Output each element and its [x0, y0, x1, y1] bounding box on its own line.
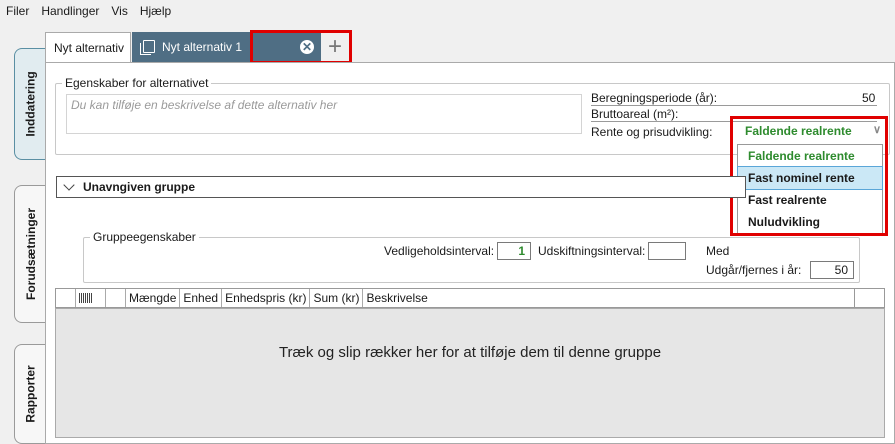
- menu-file[interactable]: Filer: [6, 4, 29, 18]
- gross-area-label: Bruttoareal (m²):: [591, 107, 679, 121]
- sidetab-reports[interactable]: Rapporter: [14, 344, 46, 444]
- maintenance-input[interactable]: 1: [497, 242, 531, 260]
- tab-label: Nyt alternativ: [54, 40, 125, 55]
- menu-help[interactable]: Hjælp: [140, 4, 171, 18]
- grid-header-end: [855, 288, 885, 308]
- column-header-unit[interactable]: Enhed: [180, 289, 223, 307]
- blank-column[interactable]: [106, 289, 126, 307]
- expires-input[interactable]: 50: [810, 261, 854, 279]
- maintenance-value: 1: [518, 244, 525, 258]
- sidetab-reports-label: Rapporter: [23, 365, 38, 423]
- column-header-quantity[interactable]: Mængde: [126, 289, 181, 307]
- truncated-label: Med: [706, 244, 730, 258]
- properties-legend: Egenskaber for alternativet: [62, 76, 212, 90]
- group-header[interactable]: Unavngiven gruppe: [56, 176, 746, 198]
- highlight-box-tabs: [250, 30, 352, 64]
- empty-grid-message: Træk og slip rækker her for at tilføje d…: [278, 344, 662, 361]
- expires-label: Udgår/fjernes i år:: [706, 263, 802, 277]
- interest-label: Rente og prisudvikling:: [591, 125, 713, 139]
- tab-label: Nyt alternativ 1: [162, 40, 243, 54]
- barcode-column[interactable]: [76, 289, 106, 307]
- expires-value: 50: [834, 263, 848, 277]
- sidetab-assumptions[interactable]: Forudsætninger: [14, 185, 46, 323]
- column-header-sum[interactable]: Sum (kr): [310, 289, 364, 307]
- row-select-column[interactable]: [56, 289, 76, 307]
- menu-bar: Filer Handlinger Vis Hjælp: [0, 0, 895, 22]
- sidetab-assumptions-label: Forudsætninger: [23, 208, 38, 300]
- group-properties-legend: Gruppeegenskaber: [90, 230, 199, 244]
- calc-period-label: Beregningsperiode (år):: [591, 91, 718, 105]
- grid-header: Mængde Enhed Enhedspris (kr) Sum (kr) Be…: [55, 288, 855, 308]
- column-header-unit-price[interactable]: Enhedspris (kr): [222, 289, 311, 307]
- chevron-down-icon[interactable]: [63, 179, 75, 191]
- grid-drop-area[interactable]: Træk og slip rækker her for at tilføje d…: [55, 308, 885, 438]
- calc-period-value[interactable]: 50: [862, 91, 875, 105]
- sidetab-input[interactable]: Inddatering: [14, 48, 46, 160]
- menu-actions[interactable]: Handlinger: [41, 4, 99, 18]
- description-input[interactable]: Du kan tilføje en beskrivelse af dette a…: [66, 94, 582, 134]
- calc-period-underline: [591, 105, 877, 106]
- tab-nyt-alternativ[interactable]: Nyt alternativ: [45, 32, 131, 62]
- column-header-description[interactable]: Beskrivelse: [363, 289, 854, 307]
- replace-label: Udskiftningsinterval:: [538, 244, 646, 258]
- maintenance-label: Vedligeholdsinterval:: [384, 244, 495, 258]
- copy-icon[interactable]: [140, 40, 155, 55]
- menu-view[interactable]: Vis: [111, 4, 127, 18]
- group-name: Unavngiven gruppe: [83, 180, 196, 194]
- sidetab-input-label: Inddatering: [23, 71, 38, 137]
- barcode-icon: [79, 293, 93, 303]
- description-placeholder: Du kan tilføje en beskrivelse af dette a…: [71, 98, 338, 112]
- highlight-box-dropdown: [730, 116, 888, 236]
- replace-input[interactable]: [648, 242, 686, 260]
- tab-strip: Nyt alternativ Nyt alternativ 1 ✕ +: [45, 28, 895, 64]
